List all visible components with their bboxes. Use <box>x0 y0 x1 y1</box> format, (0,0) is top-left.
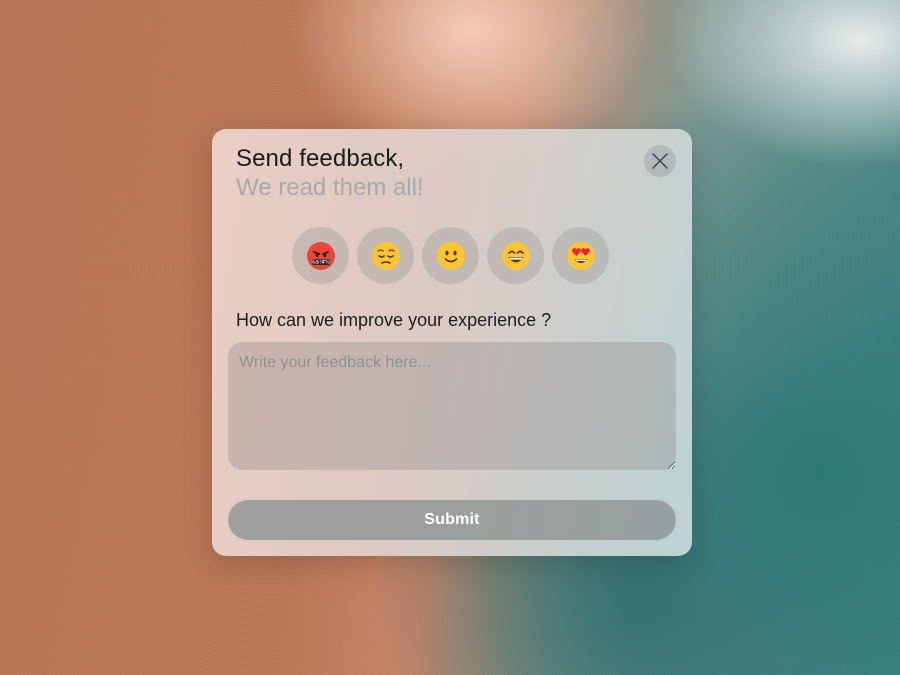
close-button[interactable] <box>644 145 676 177</box>
slightly-smiling-face-icon <box>436 241 465 270</box>
rating-row: &$!#% <box>292 227 609 284</box>
grinning-face-icon <box>501 241 530 270</box>
modal-title: Send feedback, <box>236 145 405 172</box>
rating-3-button[interactable] <box>422 227 479 284</box>
rating-2-button[interactable] <box>357 227 414 284</box>
angry-cursing-face-icon: &$!#% <box>306 241 335 270</box>
close-icon <box>652 153 668 169</box>
rating-5-button[interactable] <box>552 227 609 284</box>
submit-button[interactable]: Submit <box>228 500 676 540</box>
pensive-face-icon <box>371 241 400 270</box>
feedback-modal: Send feedback, We read them all! &$!#% H… <box>212 129 692 556</box>
rating-1-button[interactable]: &$!#% <box>292 227 349 284</box>
feedback-question: How can we improve your experience ? <box>236 310 552 330</box>
heart-eyes-face-icon <box>566 241 595 270</box>
svg-text:&$!#%: &$!#% <box>311 259 329 265</box>
modal-subtitle: We read them all! <box>236 174 424 201</box>
feedback-textarea[interactable] <box>228 342 676 470</box>
rating-4-button[interactable] <box>487 227 544 284</box>
